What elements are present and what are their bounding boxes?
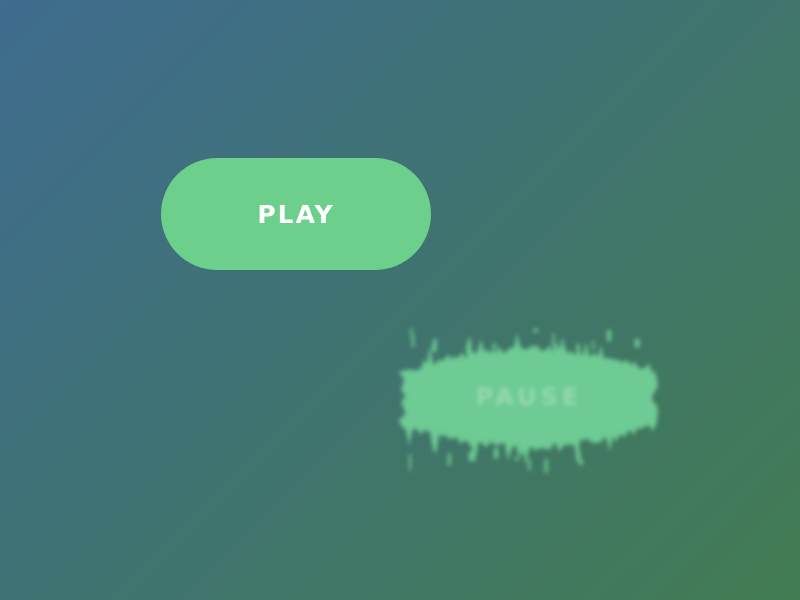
play-button[interactable]: PLAY <box>161 158 431 270</box>
pause-dissolve-particle <box>493 448 499 459</box>
pause-dissolve-particle <box>544 459 548 473</box>
pause-dissolve-particle <box>411 335 415 347</box>
pause-dissolve-particle <box>528 459 531 471</box>
pause-button-label: PAUSE <box>475 383 583 411</box>
pause-dissolve-particle <box>468 451 474 462</box>
pause-dissolve-particle <box>447 453 451 466</box>
pause-dissolve-particle <box>515 456 519 461</box>
pause-dissolve-particle <box>576 450 581 460</box>
play-button-label: PLAY <box>257 199 335 229</box>
pause-dissolve-particle <box>552 333 555 347</box>
pause-button[interactable]: PAUSE <box>400 348 658 446</box>
background-canvas: PLAY PAUSE <box>0 0 800 600</box>
pause-dissolve-particle <box>533 328 538 333</box>
pause-dissolve-particle <box>634 339 640 348</box>
pause-dissolve-particle <box>607 330 611 342</box>
pause-dissolve-particle <box>578 459 583 465</box>
pause-button-container[interactable]: PAUSE <box>388 318 670 476</box>
pause-dissolve-particle <box>410 328 413 337</box>
pause-dissolve-particle <box>468 337 471 343</box>
pause-dissolve-particle <box>409 454 412 471</box>
